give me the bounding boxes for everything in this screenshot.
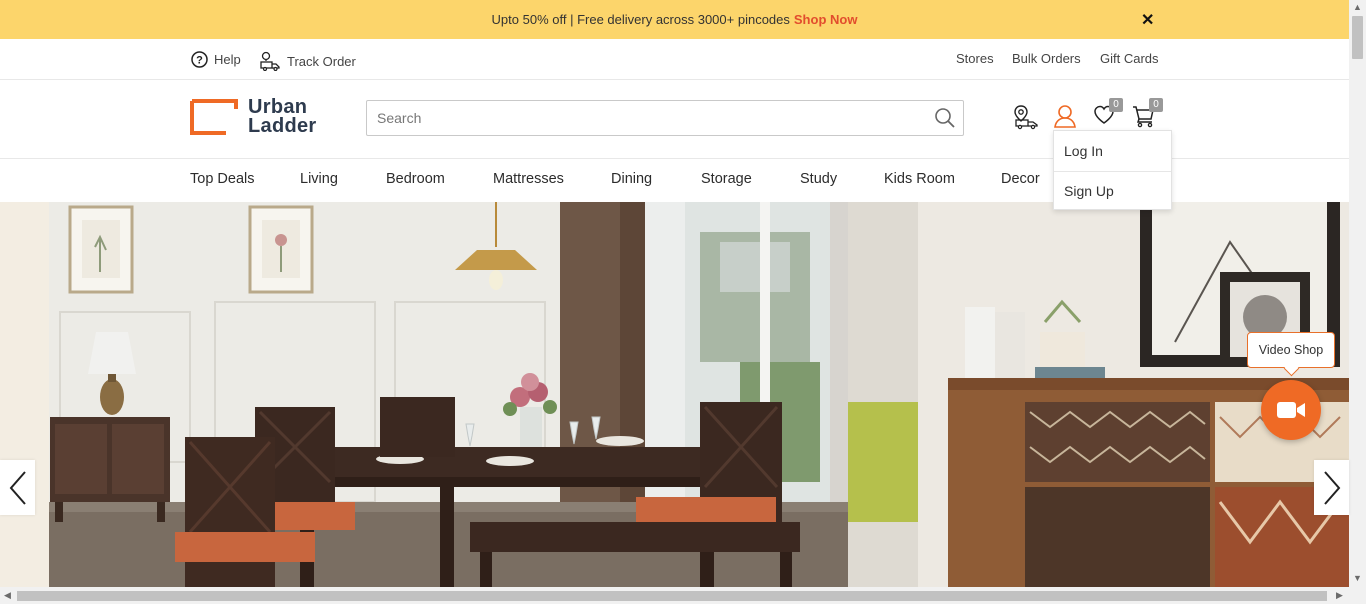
wishlist-button[interactable]: 0	[1093, 98, 1123, 131]
hero-banner[interactable]	[0, 202, 1349, 587]
bulk-orders-link[interactable]: Bulk Orders	[1012, 51, 1081, 66]
scroll-up-icon[interactable]: ▲	[1353, 2, 1362, 12]
help-label: Help	[214, 52, 241, 67]
urban-ladder-logo[interactable]: Urban Ladder	[190, 97, 317, 137]
nav-storage[interactable]: Storage	[701, 171, 752, 187]
hero-dining-room-image	[0, 202, 1349, 587]
nav-bedroom[interactable]: Bedroom	[386, 171, 445, 187]
svg-text:?: ?	[196, 55, 203, 67]
account-button[interactable]	[1054, 104, 1076, 133]
dropdown-divider	[1054, 171, 1171, 172]
vertical-scroll-thumb[interactable]	[1352, 16, 1363, 59]
store-locator-button[interactable]	[1013, 104, 1039, 135]
vertical-scrollbar[interactable]: ▲ ▼	[1349, 0, 1366, 587]
logo-mark-icon	[190, 99, 238, 135]
stores-link[interactable]: Stores	[956, 51, 994, 66]
help-icon: ?	[191, 51, 208, 68]
track-order-icon	[260, 51, 280, 71]
cart-button[interactable]: 0	[1132, 98, 1163, 133]
video-shop-tooltip: Video Shop	[1247, 332, 1335, 368]
signup-link[interactable]: Sign Up	[1064, 183, 1114, 199]
nav-kids-room[interactable]: Kids Room	[884, 171, 955, 187]
gift-cards-link[interactable]: Gift Cards	[1100, 51, 1159, 66]
chevron-left-icon	[9, 470, 26, 505]
scroll-right-icon[interactable]: ▶	[1336, 590, 1343, 601]
nav-decor[interactable]: Decor	[1001, 171, 1040, 187]
search-box	[366, 100, 964, 136]
nav-mattresses[interactable]: Mattresses	[493, 171, 564, 187]
wishlist-count-badge: 0	[1109, 98, 1123, 112]
chevron-right-icon	[1323, 470, 1340, 505]
horizontal-scrollbar[interactable]: ◀ ▶	[0, 587, 1366, 604]
cart-count-badge: 0	[1149, 98, 1163, 112]
scroll-left-icon[interactable]: ◀	[4, 590, 11, 601]
nav-study[interactable]: Study	[800, 171, 837, 187]
horizontal-scroll-thumb[interactable]	[17, 591, 1327, 601]
track-order-label: Track Order	[287, 53, 356, 69]
video-shop-button[interactable]	[1261, 380, 1321, 440]
nav-top-deals[interactable]: Top Deals	[190, 171, 254, 187]
search-icon[interactable]	[933, 106, 957, 130]
logo-text-ladder: Ladder	[248, 115, 317, 137]
search-input[interactable]	[367, 100, 933, 136]
close-icon[interactable]: ✕	[1141, 10, 1154, 30]
nav-dining[interactable]: Dining	[611, 171, 652, 187]
help-link[interactable]: ? Help	[191, 51, 241, 68]
login-link[interactable]: Log In	[1064, 143, 1103, 159]
nav-living[interactable]: Living	[300, 171, 338, 187]
user-icon	[1054, 105, 1076, 128]
scroll-down-icon[interactable]: ▼	[1353, 573, 1362, 583]
hero-next-button[interactable]	[1314, 460, 1349, 515]
promo-banner: Upto 50% off | Free delivery across 3000…	[0, 0, 1349, 39]
account-dropdown: Log In Sign Up	[1053, 130, 1172, 210]
store-locator-icon	[1014, 105, 1038, 130]
utility-bar: ? Help Track Order Stores Bulk Orders Gi…	[0, 39, 1349, 80]
video-camera-icon	[1277, 402, 1305, 418]
promo-text: Upto 50% off | Free delivery across 3000…	[491, 12, 790, 27]
shop-now-link[interactable]: Shop Now	[794, 12, 858, 27]
track-order-link[interactable]: Track Order	[260, 51, 356, 71]
hero-prev-button[interactable]	[0, 460, 35, 515]
